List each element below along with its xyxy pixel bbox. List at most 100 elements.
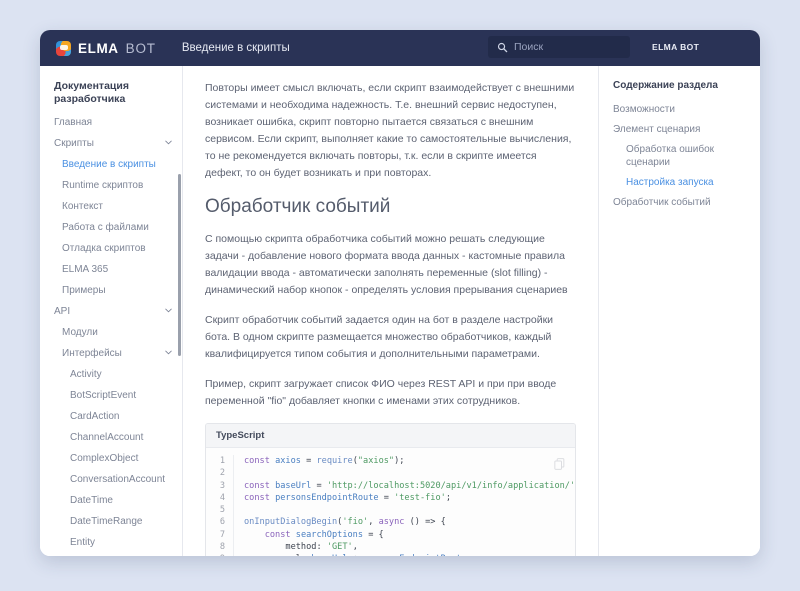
code-line-number: 8 bbox=[206, 541, 234, 553]
sidebar-item-6[interactable]: Отладка скриптов bbox=[40, 238, 182, 259]
code-line: 5 bbox=[206, 504, 575, 516]
code-line: 3const baseUrl = 'http://localhost:5020/… bbox=[206, 480, 575, 492]
code-line: 8 method: 'GET', bbox=[206, 541, 575, 553]
sidebar: Документация разработчика Главная Скрипты… bbox=[40, 66, 183, 556]
sidebar-item-19[interactable]: DateTimeRange bbox=[40, 511, 182, 532]
sidebar-item-label: Отладка скриптов bbox=[62, 243, 146, 254]
copy-icon[interactable] bbox=[554, 458, 565, 470]
sidebar-item-label: Entity bbox=[70, 537, 95, 548]
brand-suffix: BOT bbox=[126, 41, 156, 56]
sidebar-item-label: Скрипты bbox=[54, 138, 94, 149]
sidebar-item-label: Runtime скриптов bbox=[62, 180, 143, 191]
code-line: 1const axios = require("axios"); bbox=[206, 455, 575, 467]
sidebar-item-15[interactable]: ChannelAccount bbox=[40, 427, 182, 448]
toc-item-1[interactable]: Элемент сценария bbox=[613, 119, 748, 139]
code-line-text: onInputDialogBegin('fio', async () => { bbox=[234, 516, 446, 528]
code-line: 9 url: baseUrl + personsEndpointRoute, bbox=[206, 553, 575, 556]
paragraph: Пример, скрипт загружает список ФИО чере… bbox=[205, 376, 576, 410]
code-line-text: const axios = require("axios"); bbox=[234, 455, 404, 467]
sidebar-item-label: ChannelAccount bbox=[70, 432, 143, 443]
sidebar-item-label: DateTimeRange bbox=[70, 516, 142, 527]
code-line: 4const personsEndpointRoute = 'test-fio'… bbox=[206, 492, 575, 504]
code-line: 2 bbox=[206, 467, 575, 479]
sidebar-item-9[interactable]: API bbox=[40, 301, 182, 322]
code-line-number: 2 bbox=[206, 467, 234, 479]
sidebar-item-label: Главная bbox=[54, 117, 92, 128]
code-line-number: 3 bbox=[206, 480, 234, 492]
sidebar-item-13[interactable]: BotScriptEvent bbox=[40, 385, 182, 406]
sidebar-item-4[interactable]: Контекст bbox=[40, 196, 182, 217]
sidebar-item-label: CardAction bbox=[70, 411, 119, 422]
toc-item-4[interactable]: Обработчик событий bbox=[613, 192, 748, 212]
sidebar-item-label: ComplexObject bbox=[70, 453, 138, 464]
code-line-number: 5 bbox=[206, 504, 234, 516]
code-line-number: 1 bbox=[206, 455, 234, 467]
page-title: Обработчик событий bbox=[205, 196, 576, 218]
sidebar-item-label: API bbox=[54, 306, 70, 317]
toc-item-0[interactable]: Возможности bbox=[613, 99, 748, 119]
code-line-number: 6 bbox=[206, 516, 234, 528]
sidebar-item-20[interactable]: Entity bbox=[40, 532, 182, 553]
sidebar-item-14[interactable]: CardAction bbox=[40, 406, 182, 427]
search-input[interactable]: Поиск bbox=[488, 36, 630, 58]
sidebar-item-label: Контекст bbox=[62, 201, 103, 212]
search-icon bbox=[497, 42, 508, 53]
toc-title: Содержание раздела bbox=[613, 80, 748, 91]
main-content: Повторы имеет смысл включать, если скрип… bbox=[183, 66, 598, 556]
sidebar-item-label: Модули bbox=[62, 327, 98, 338]
sidebar-item-12[interactable]: Activity bbox=[40, 364, 182, 385]
app-header: ELMA BOT Введение в скрипты Поиск ELMA B… bbox=[40, 30, 760, 66]
sidebar-item-7[interactable]: ELMA 365 bbox=[40, 259, 182, 280]
sidebar-item-21[interactable]: InputDialogBeforeInterrup bbox=[40, 553, 182, 556]
code-lines[interactable]: 1const axios = require("axios");23const … bbox=[206, 448, 575, 556]
sidebar-item-1[interactable]: Скрипты bbox=[40, 133, 182, 154]
chevron-down-icon[interactable] bbox=[165, 350, 172, 355]
breadcrumb[interactable]: Введение в скрипты bbox=[182, 42, 290, 54]
code-line-text: const searchOptions = { bbox=[234, 529, 384, 541]
chevron-down-icon[interactable] bbox=[165, 140, 172, 145]
sidebar-scrollbar[interactable] bbox=[178, 174, 181, 356]
sidebar-item-3[interactable]: Runtime скриптов bbox=[40, 175, 182, 196]
code-line-text bbox=[234, 504, 244, 516]
code-line-number: 7 bbox=[206, 529, 234, 541]
table-of-contents: Содержание раздела ВозможностиЭлемент сц… bbox=[598, 66, 760, 556]
code-line-number: 4 bbox=[206, 492, 234, 504]
sidebar-item-label: Работа с файлами bbox=[62, 222, 149, 233]
sidebar-item-label: Activity bbox=[70, 369, 102, 380]
sidebar-item-label: Примеры bbox=[62, 285, 106, 296]
brand[interactable]: ELMA BOT bbox=[56, 41, 156, 56]
search-placeholder: Поиск bbox=[514, 41, 543, 53]
code-line: 7 const searchOptions = { bbox=[206, 529, 575, 541]
code-block: TypeScript 1const axios = require("axios… bbox=[205, 423, 576, 556]
sidebar-item-label: BotScriptEvent bbox=[70, 390, 136, 401]
code-line-text: method: 'GET', bbox=[234, 541, 358, 553]
sidebar-item-18[interactable]: DateTime bbox=[40, 490, 182, 511]
sidebar-item-11[interactable]: Интерфейсы bbox=[40, 343, 182, 364]
toc-item-3[interactable]: Настройка запуска bbox=[613, 172, 748, 192]
sidebar-item-17[interactable]: ConversationAccount bbox=[40, 469, 182, 490]
code-language-label: TypeScript bbox=[206, 424, 575, 448]
sidebar-item-8[interactable]: Примеры bbox=[40, 280, 182, 301]
sidebar-item-label: ELMA 365 bbox=[62, 264, 108, 275]
sidebar-item-2[interactable]: Введение в скрипты bbox=[40, 154, 182, 175]
sidebar-item-0[interactable]: Главная bbox=[40, 112, 182, 133]
toc-item-2[interactable]: Обработка ошибок сценарии bbox=[613, 139, 748, 172]
header-product-label[interactable]: ELMA BOT bbox=[652, 42, 699, 52]
brand-name: ELMA bbox=[78, 41, 119, 56]
code-line-text: const baseUrl = 'http://localhost:5020/a… bbox=[234, 480, 576, 492]
sidebar-title: Документация разработчика bbox=[40, 80, 182, 112]
sidebar-item-5[interactable]: Работа с файлами bbox=[40, 217, 182, 238]
elma-bot-logo-icon bbox=[56, 41, 71, 56]
browser-window: ELMA BOT Введение в скрипты Поиск ELMA B… bbox=[40, 30, 760, 556]
paragraph: С помощью скрипта обработчика событий мо… bbox=[205, 231, 576, 299]
code-line-number: 9 bbox=[206, 553, 234, 556]
sidebar-item-10[interactable]: Модули bbox=[40, 322, 182, 343]
toc-list: ВозможностиЭлемент сценарияОбработка оши… bbox=[613, 99, 748, 212]
code-line-text: url: baseUrl + personsEndpointRoute, bbox=[234, 553, 472, 556]
sidebar-item-16[interactable]: ComplexObject bbox=[40, 448, 182, 469]
code-line-text: const personsEndpointRoute = 'test-fio'; bbox=[234, 492, 451, 504]
sidebar-nav-list: Главная Скрипты Введение в скрипты Runtime … bbox=[40, 112, 182, 556]
intro-paragraph: Повторы имеет смысл включать, если скрип… bbox=[205, 80, 576, 182]
code-line-text bbox=[234, 467, 244, 479]
chevron-down-icon[interactable] bbox=[165, 308, 172, 313]
